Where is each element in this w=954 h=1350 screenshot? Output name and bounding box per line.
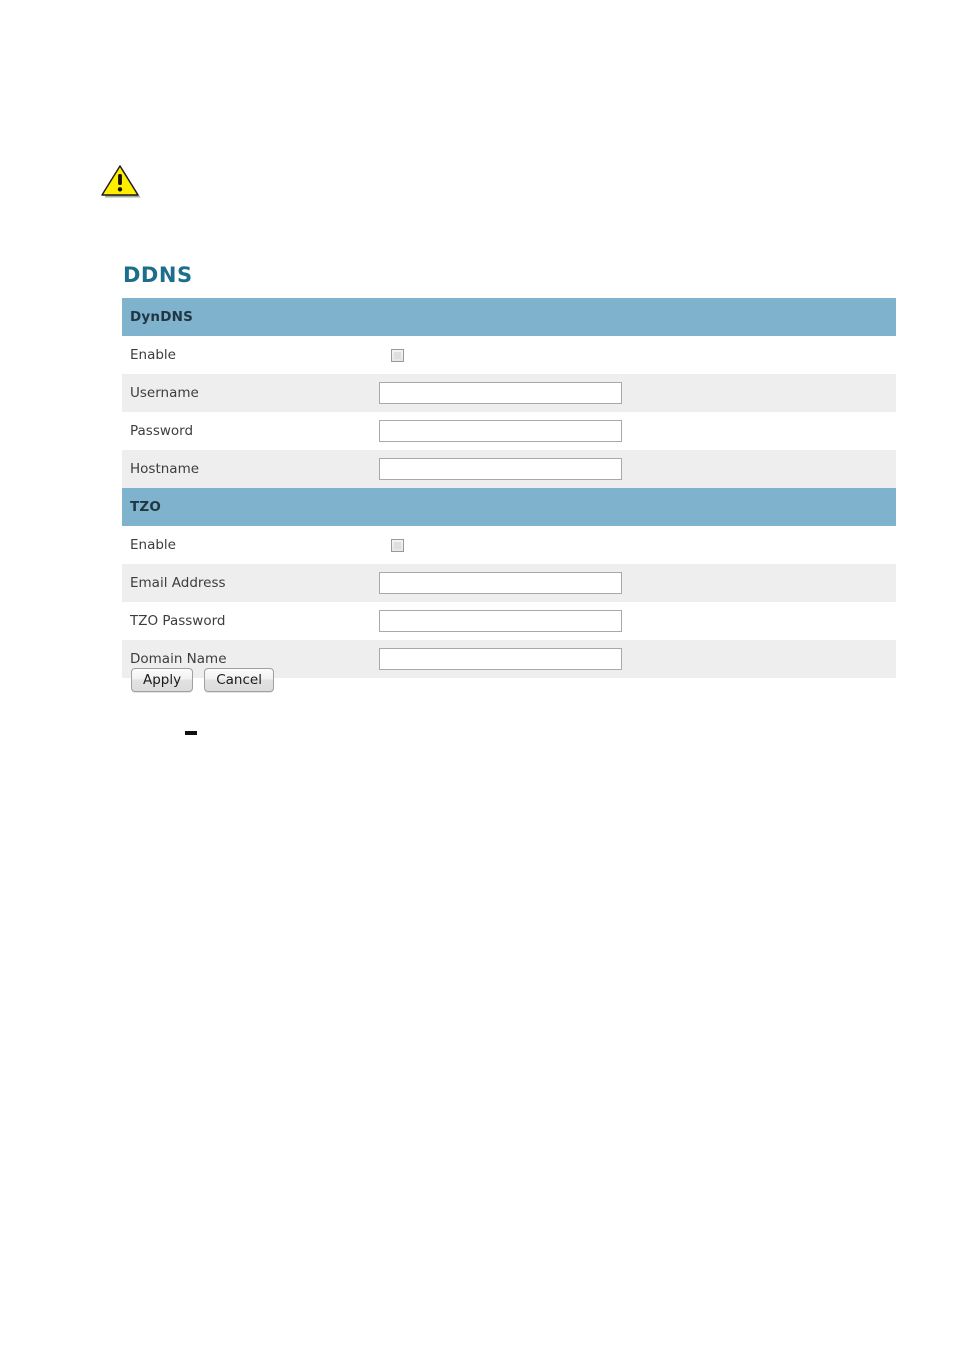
table-row: Hostname — [122, 450, 897, 488]
form-button-bar: Apply Cancel — [131, 668, 280, 694]
table-row: Enable — [122, 336, 897, 374]
row-label: Email Address — [122, 564, 379, 602]
row-field — [379, 526, 897, 564]
row-field — [379, 640, 897, 678]
row-label: Enable — [122, 526, 379, 564]
tzo-email-address-input[interactable] — [379, 572, 622, 594]
page-title: DDNS — [123, 263, 193, 287]
dyndns-password-input[interactable] — [379, 420, 622, 442]
row-label: Enable — [122, 336, 379, 374]
row-field — [379, 602, 897, 640]
row-field — [379, 374, 897, 412]
table-row: TZO Password — [122, 602, 897, 640]
row-label: TZO Password — [122, 602, 379, 640]
warning-triangle-icon — [99, 163, 143, 199]
group-header-label: TZO — [122, 488, 897, 526]
group-header-tzo: TZO — [122, 488, 897, 526]
cancel-button[interactable]: Cancel — [204, 668, 274, 692]
ddns-form-table: DynDNS Enable Username Password Hostname… — [122, 298, 897, 678]
row-label: Username — [122, 374, 379, 412]
group-header-dyndns: DynDNS — [122, 298, 897, 336]
dyndns-enable-checkbox[interactable] — [391, 348, 404, 362]
tzo-enable-checkbox[interactable] — [391, 538, 404, 552]
table-row: Password — [122, 412, 897, 450]
group-header-label: DynDNS — [122, 298, 897, 336]
row-field — [379, 450, 897, 488]
dyndns-hostname-input[interactable] — [379, 458, 622, 480]
row-field — [379, 564, 897, 602]
table-row: Enable — [122, 526, 897, 564]
table-row: Username — [122, 374, 897, 412]
apply-button[interactable]: Apply — [131, 668, 194, 692]
dash-mark — [185, 731, 197, 735]
row-label: Hostname — [122, 450, 379, 488]
tzo-password-input[interactable] — [379, 610, 622, 632]
tzo-domain-name-input[interactable] — [379, 648, 622, 670]
table-row: Email Address — [122, 564, 897, 602]
dyndns-username-input[interactable] — [379, 382, 622, 404]
ddns-section: DDNS DynDNS Enable Username Password Hos… — [122, 262, 897, 678]
row-label: Password — [122, 412, 379, 450]
row-field — [379, 336, 897, 374]
row-field — [379, 412, 897, 450]
